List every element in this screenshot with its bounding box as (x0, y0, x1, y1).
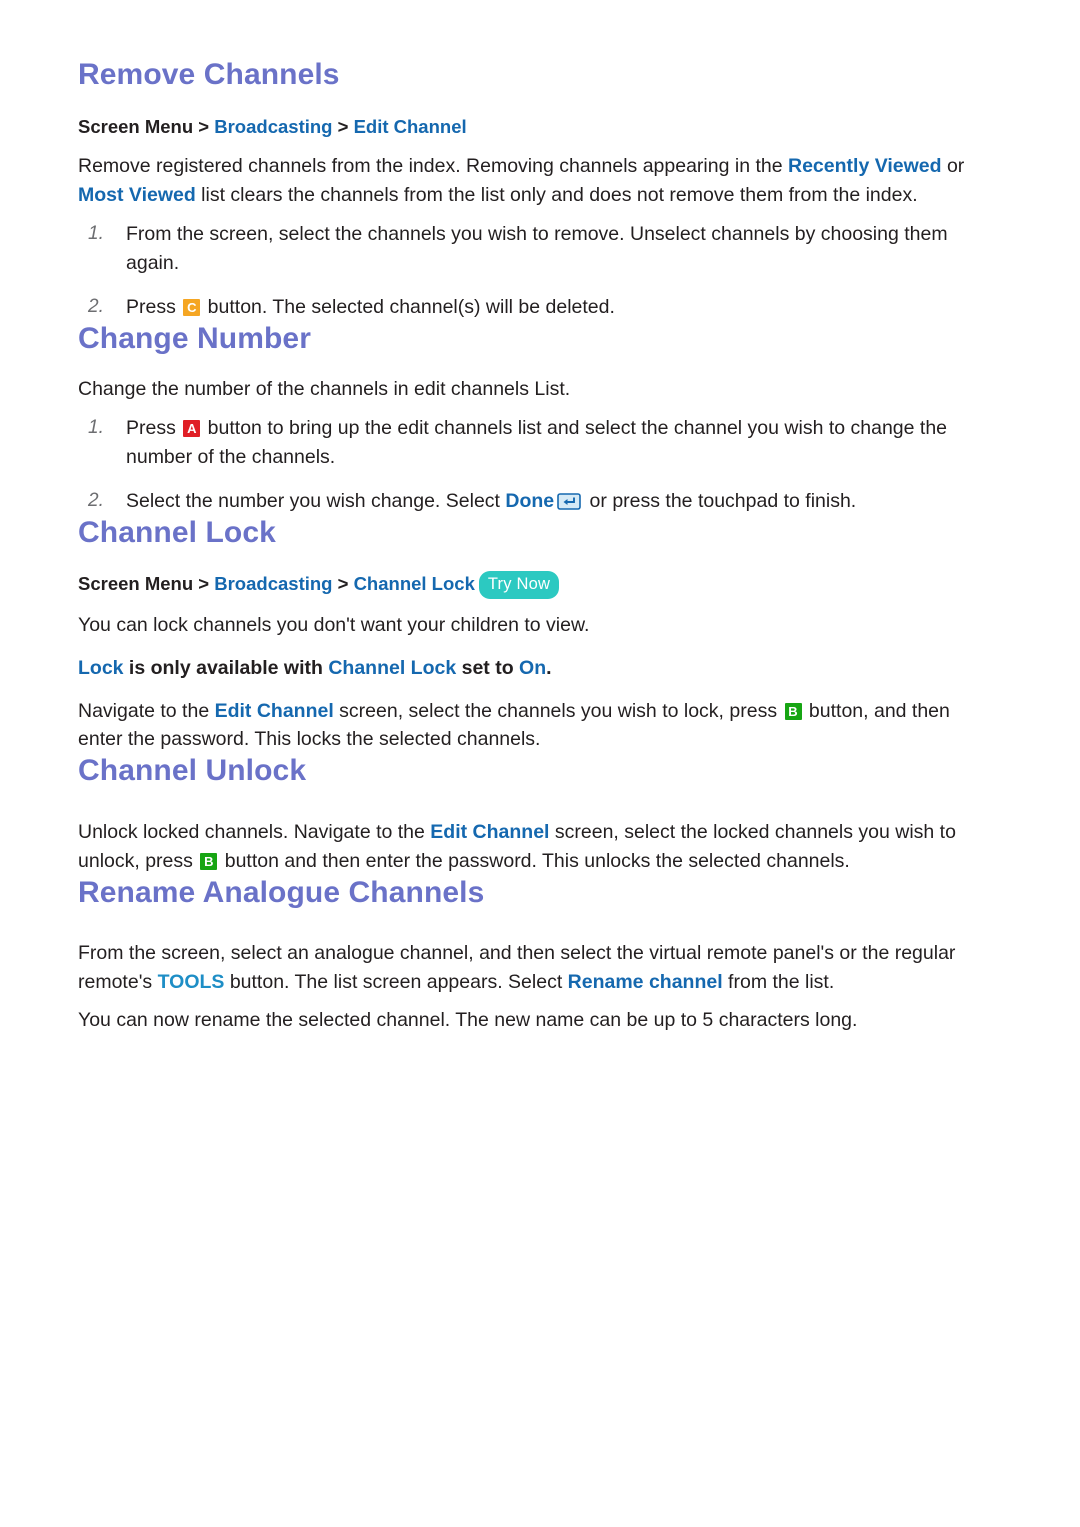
breadcrumb-root: Screen Menu (78, 115, 194, 137)
step-text-prefix: Press (126, 295, 182, 318)
list-item: 1. Press A button to bring up the edit ch… (78, 414, 998, 473)
breadcrumb-root: Screen Menu (78, 573, 194, 595)
breadcrumb-link-edit-channel[interactable]: Edit Channel (354, 116, 467, 137)
text-fragment: from the list. (722, 970, 835, 993)
text-fragment: or (941, 155, 965, 178)
paragraph-change-number-intro: Change the number of the channels in edi… (78, 378, 571, 401)
list-item: 2. Select the number you wish change. Sel… (78, 487, 998, 516)
link-rename-channel[interactable]: Rename channel (568, 971, 723, 993)
step-number: 2. (88, 295, 104, 317)
text-fragment: button. The list screen appears. Select (224, 970, 568, 993)
text-fragment: Navigate to the (78, 699, 215, 722)
heading-rename-analogue-channels: Rename Analogue Channels (78, 875, 485, 909)
step-text-prefix: Press (126, 417, 182, 440)
heading-channel-unlock: Channel Unlock (78, 754, 307, 788)
breadcrumb-link-channel-lock[interactable]: Channel Lock (354, 573, 475, 594)
document-page: Remove Channels Screen Menu > Broadcasti… (0, 0, 1080, 1527)
steps-remove-channels: 1. From the screen, select the channels y… (78, 220, 998, 322)
text-fragment: is only available with (123, 656, 329, 679)
breadcrumb-separator: > (198, 573, 210, 595)
steps-change-number: 1. Press A button to bring up the edit ch… (78, 414, 998, 516)
step-text-suffix: button to bring up the edit channels lis… (126, 417, 948, 469)
step-text: From the screen, select the channels you… (126, 223, 948, 275)
remote-key-a-icon: A (183, 420, 201, 438)
breadcrumb-link-broadcasting[interactable]: Broadcasting (214, 573, 332, 594)
paragraph-remove-intro: Remove registered channels from the inde… (78, 152, 998, 210)
breadcrumb-separator-2: > (337, 573, 349, 595)
paragraph-channel-lock-1: You can lock channels you don't want you… (78, 613, 590, 636)
remote-key-b-icon: B (200, 852, 218, 870)
step-text-suffix: button. The selected channel(s) will be … (202, 295, 615, 318)
link-tools[interactable]: TOOLS (158, 971, 225, 993)
text-fragment: Unlock locked channels. Navigate to the (78, 820, 431, 843)
paragraph-rename-2: You can now rename the selected channel.… (78, 1008, 858, 1031)
link-done[interactable]: Done (505, 490, 554, 512)
link-most-viewed[interactable]: Most Viewed (78, 184, 196, 206)
heading-change-number: Change Number (78, 321, 311, 355)
step-text-suffix: or press the touchpad to finish. (584, 489, 857, 512)
link-lock[interactable]: Lock (78, 657, 124, 679)
paragraph-channel-lock-2: Lock is only available with Channel Lock… (78, 654, 998, 683)
heading-remove-channels: Remove Channels (78, 58, 340, 91)
paragraph-channel-lock-3: Navigate to the Edit Channel screen, sel… (78, 697, 998, 755)
link-on[interactable]: On (519, 657, 546, 679)
text-fragment: . (546, 656, 552, 679)
text-fragment: set to (456, 656, 520, 679)
breadcrumb-remove-channels: Screen Menu > Broadcasting > Edit Channe… (78, 114, 998, 141)
paragraph-rename-1: From the screen, select an analogue chan… (78, 939, 998, 997)
link-edit-channel[interactable]: Edit Channel (215, 700, 334, 722)
breadcrumb-channel-lock: Screen Menu > Broadcasting > Channel Loc… (78, 571, 998, 599)
step-number: 1. (88, 223, 104, 245)
link-edit-channel[interactable]: Edit Channel (430, 821, 549, 843)
step-number: 2. (88, 489, 104, 511)
list-item: 1. From the screen, select the channels y… (78, 220, 998, 279)
paragraph-channel-unlock-1: Unlock locked channels. Navigate to the … (78, 818, 998, 876)
step-text-prefix: Select the number you wish change. Selec… (126, 489, 506, 512)
breadcrumb-separator: > (198, 115, 210, 137)
text-fragment: list clears the channels from the list o… (195, 184, 918, 207)
list-item: 2. Press C button. The selected channel(s… (78, 293, 998, 322)
step-number: 1. (88, 417, 104, 439)
breadcrumb-link-broadcasting[interactable]: Broadcasting (214, 116, 332, 137)
remote-key-c-icon: C (183, 298, 201, 316)
text-fragment: Remove registered channels from the inde… (78, 155, 788, 178)
remote-key-b-icon: B (784, 702, 802, 720)
heading-channel-lock: Channel Lock (78, 515, 276, 549)
link-recently-viewed[interactable]: Recently Viewed (788, 155, 942, 177)
link-channel-lock[interactable]: Channel Lock (328, 657, 456, 679)
breadcrumb-separator-2: > (337, 115, 349, 137)
enter-key-icon (557, 492, 581, 510)
text-fragment: screen, select the channels you wish to … (333, 699, 783, 722)
try-now-badge[interactable]: Try Now (478, 571, 560, 599)
text-fragment: button and then enter the password. This… (219, 849, 850, 872)
